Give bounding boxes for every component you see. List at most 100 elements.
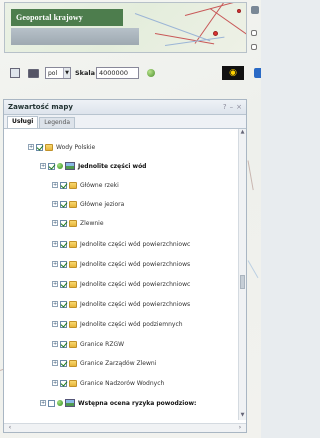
layer-icon: [65, 399, 75, 407]
help-icon[interactable]: ?: [223, 103, 227, 111]
layer-checkbox[interactable]: [60, 340, 67, 348]
map-icon[interactable]: [10, 68, 20, 78]
overview-map[interactable]: Geoportal krajowy: [4, 2, 247, 53]
tree-row[interactable]: + Zlewnie: [52, 217, 104, 229]
expand-icon[interactable]: +: [52, 182, 58, 188]
status-dot-icon: [57, 163, 63, 169]
tree-row[interactable]: + Jednolite części wód powierzchniowc: [52, 278, 190, 290]
status-dot-icon: [57, 400, 63, 406]
layer-checkbox[interactable]: [48, 399, 55, 407]
tree-row[interactable]: + Jednolite części wód powierzchniows: [52, 258, 190, 270]
layer-checkbox[interactable]: [48, 162, 55, 170]
expand-icon[interactable]: +: [52, 201, 58, 207]
tree-row[interactable]: + Wstępna ocena ryzyka powodziow:: [40, 397, 196, 409]
expand-icon[interactable]: +: [52, 220, 58, 226]
layer-checkbox[interactable]: [60, 181, 67, 189]
layer-checkbox[interactable]: [60, 260, 67, 268]
tree-row[interactable]: + Jednolite części wód powierzchniowc: [52, 238, 190, 250]
expand-icon[interactable]: +: [40, 400, 46, 406]
folder-icon: [45, 143, 53, 151]
layer-label: Główne rzeki: [80, 181, 119, 189]
tree-row[interactable]: + Jednolite części wód: [40, 160, 146, 172]
layer-checkbox[interactable]: [60, 300, 67, 308]
expand-icon[interactable]: +: [52, 241, 58, 247]
expand-icon[interactable]: [251, 30, 257, 36]
panel-title: Zawartość mapy: [8, 103, 73, 111]
folder-icon: [69, 219, 77, 227]
expand-icon[interactable]: +: [52, 380, 58, 386]
layer-label: Wstępna ocena ryzyka powodziow:: [78, 399, 197, 407]
folder-icon: [69, 379, 77, 387]
layer-checkbox[interactable]: [60, 320, 67, 328]
layer-label: Jednolite części wód powierzchniows: [80, 300, 191, 308]
layer-label: Jednolite części wód powierzchniows: [80, 260, 191, 268]
tree-row[interactable]: + Granice Nadzorów Wodnych: [52, 377, 164, 389]
expand-icon[interactable]: +: [40, 163, 46, 169]
side-panel-button[interactable]: [254, 68, 261, 78]
collapse-icon[interactable]: [251, 44, 257, 50]
layer-label: Jednolite części wód powierzchniowc: [80, 280, 191, 288]
tab-legenda[interactable]: Legenda: [39, 117, 76, 128]
expand-icon[interactable]: +: [28, 144, 34, 150]
layer-checkbox[interactable]: [60, 379, 67, 387]
minimize-icon[interactable]: –: [230, 103, 234, 111]
folder-icon: [69, 300, 77, 308]
folder-icon: [69, 280, 77, 288]
language-value: pol: [48, 69, 58, 77]
app-title: Geoportal krajowy: [11, 9, 123, 26]
scroll-up-icon[interactable]: ▲: [239, 129, 246, 137]
title-subbar: [11, 28, 139, 45]
settings-icon[interactable]: [251, 6, 259, 14]
scale-input[interactable]: 4000000: [96, 67, 140, 79]
layer-label: Wody Polskie: [56, 143, 96, 151]
printer-icon[interactable]: [28, 68, 39, 78]
tree-row[interactable]: + Granice RZGW: [52, 338, 124, 350]
panel-tabs: Usługi Legenda: [4, 115, 246, 129]
expand-icon[interactable]: +: [52, 321, 58, 327]
layer-checkbox[interactable]: [60, 219, 67, 227]
vertical-scrollbar[interactable]: ▲ ▼: [238, 129, 246, 420]
chevron-down-icon[interactable]: ▼: [63, 68, 70, 78]
close-icon[interactable]: ×: [236, 103, 242, 111]
tab-uslugi[interactable]: Usługi: [7, 116, 39, 128]
go-icon[interactable]: [147, 69, 156, 77]
city-marker: [237, 9, 241, 13]
expand-icon[interactable]: +: [52, 341, 58, 347]
expand-icon[interactable]: +: [52, 301, 58, 307]
map-contents-panel: Zawartość mapy ? – × Usługi Legenda ▲ ▼ …: [3, 99, 247, 433]
folder-icon: [69, 240, 77, 248]
layer-icon: [65, 162, 75, 170]
folder-icon: [69, 260, 77, 268]
panel-header: Zawartość mapy ? – ×: [4, 100, 246, 115]
expand-icon[interactable]: +: [52, 281, 58, 287]
layer-checkbox[interactable]: [36, 143, 43, 151]
layer-checkbox[interactable]: [60, 280, 67, 288]
folder-icon: [69, 181, 77, 189]
layer-label: Główne jeziora: [80, 200, 125, 208]
horizontal-scrollbar[interactable]: ‹ ›: [4, 423, 246, 432]
tree-row[interactable]: + Główne rzeki: [52, 179, 119, 191]
layer-checkbox[interactable]: [60, 240, 67, 248]
layer-label: Granice Zarządów Zlewni: [80, 359, 157, 367]
expand-icon[interactable]: +: [52, 360, 58, 366]
tree-row[interactable]: + Jednolite części wód podziemnych: [52, 318, 183, 330]
tree-row[interactable]: + Jednolite części wód powierzchniows: [52, 298, 190, 310]
tree-row[interactable]: + Wody Polskie: [28, 141, 95, 153]
tree-row[interactable]: + Granice Zarządów Zlewni: [52, 357, 156, 369]
scroll-left-icon[interactable]: ‹: [6, 424, 14, 432]
layer-checkbox[interactable]: [60, 200, 67, 208]
layer-label: Zlewnie: [80, 219, 104, 227]
eye-button[interactable]: ◉: [222, 66, 244, 80]
language-select[interactable]: pol ▼: [45, 67, 71, 79]
folder-icon: [69, 359, 77, 367]
scroll-down-icon[interactable]: ▼: [239, 412, 246, 420]
expand-icon[interactable]: +: [52, 261, 58, 267]
layer-checkbox[interactable]: [60, 359, 67, 367]
scroll-right-icon[interactable]: ›: [236, 424, 244, 432]
scroll-thumb[interactable]: [240, 275, 245, 289]
scale-label: Skala: [75, 69, 96, 77]
tree-row[interactable]: + Główne jeziora: [52, 198, 124, 210]
folder-icon: [69, 340, 77, 348]
layer-tree: ▲ ▼ + Wody Polskie + Jednolite części wód + G…: [4, 129, 246, 420]
layer-label: Jednolite części wód powierzchniowc: [80, 240, 191, 248]
